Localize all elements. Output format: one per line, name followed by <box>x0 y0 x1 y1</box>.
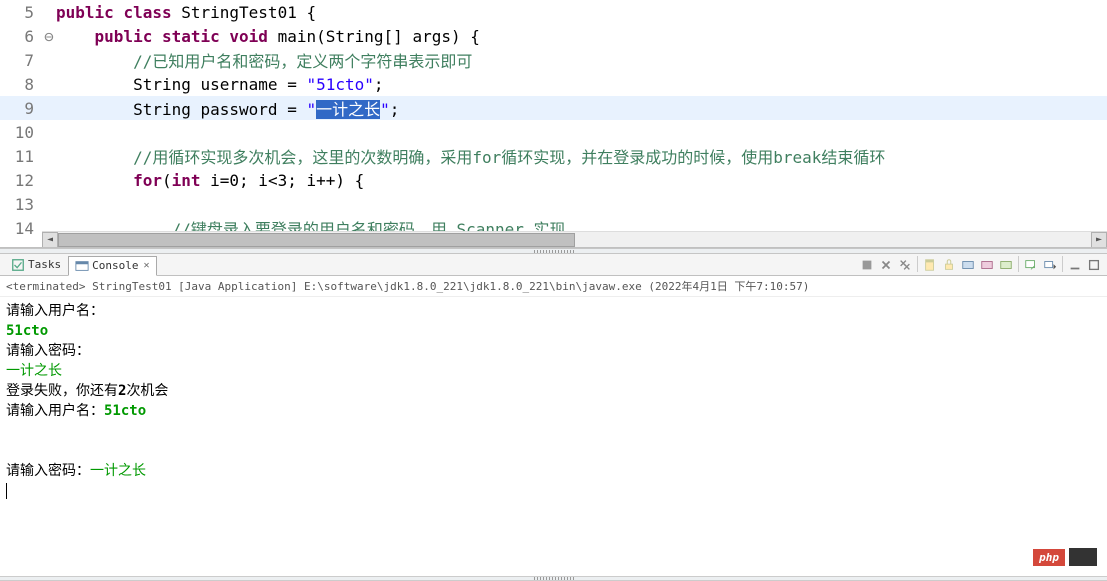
line-number: 6 <box>0 27 42 46</box>
console-output[interactable]: 请输入用户名：51cto请输入密码：一计之长登录失败，你还有2次机会请输入用户名… <box>0 297 1107 576</box>
watermark: php <box>1033 548 1097 566</box>
code-line[interactable]: 13 <box>0 192 1107 216</box>
remove-launch-button[interactable] <box>877 256 895 274</box>
tab-console[interactable]: Console ✕ <box>68 256 156 276</box>
minimize-button[interactable] <box>1066 256 1084 274</box>
watermark-badge: php <box>1033 549 1065 566</box>
console-icon <box>75 259 89 273</box>
tab-tasks-label: Tasks <box>28 258 61 271</box>
code-text[interactable]: for(int i=0; i<3; i++) { <box>56 171 364 190</box>
tasks-icon <box>11 258 25 272</box>
scroll-track[interactable] <box>58 232 1091 248</box>
console-line <box>6 421 1101 441</box>
tab-console-label: Console <box>92 259 138 272</box>
code-line[interactable]: 12 for(int i=0; i<3; i++) { <box>0 168 1107 192</box>
display-selected-button[interactable] <box>1022 256 1040 274</box>
line-number: 5 <box>0 3 42 22</box>
console-status-line: <terminated> StringTest01 [Java Applicat… <box>0 276 1107 297</box>
line-number: 7 <box>0 51 42 70</box>
scroll-thumb[interactable] <box>58 233 575 247</box>
line-number: 8 <box>0 75 42 94</box>
line-number: 11 <box>0 147 42 166</box>
code-text[interactable]: //用循环实现多次机会，这里的次数明确，采用for循环实现，并在登录成功的时候，… <box>56 144 885 168</box>
line-number: 9 <box>0 99 42 118</box>
console-line: 请输入用户名：51cto <box>6 401 1101 421</box>
watermark-dark <box>1069 548 1097 566</box>
terminate-button[interactable] <box>858 256 876 274</box>
console-bottom-sash[interactable] <box>0 576 1107 581</box>
console-line: 51cto <box>6 321 1101 341</box>
open-console-dropdown[interactable] <box>1041 256 1059 274</box>
code-line[interactable]: 6⊖ public static void main(String[] args… <box>0 24 1107 48</box>
clear-console-button[interactable] <box>921 256 939 274</box>
scroll-right-button[interactable]: ► <box>1091 232 1107 248</box>
console-line: 请输入用户名： <box>6 301 1101 321</box>
tab-tasks[interactable]: Tasks <box>4 255 68 275</box>
code-line[interactable]: 9 String password = "一计之长"; <box>0 96 1107 120</box>
code-text[interactable]: String password = "一计之长"; <box>56 96 399 120</box>
line-number: 12 <box>0 171 42 190</box>
pin-console-button[interactable] <box>997 256 1015 274</box>
code-line[interactable]: 8 String username = "51cto"; <box>0 72 1107 96</box>
code-line[interactable]: 7 //已知用户名和密码，定义两个字符串表示即可 <box>0 48 1107 72</box>
code-text[interactable]: //已知用户名和密码，定义两个字符串表示即可 <box>56 48 472 72</box>
tab-row: Tasks Console ✕ <box>0 254 1107 276</box>
code-line[interactable]: 11 //用循环实现多次机会，这里的次数明确，采用for循环实现，并在登录成功的… <box>0 144 1107 168</box>
console-toolbar <box>858 256 1107 274</box>
remove-all-button[interactable] <box>896 256 914 274</box>
console-line: 请输入密码： <box>6 341 1101 361</box>
code-text[interactable]: public class StringTest01 { <box>56 3 316 22</box>
tab-close-icon[interactable]: ✕ <box>143 260 149 271</box>
code-text[interactable]: public static void main(String[] args) { <box>56 27 480 46</box>
console-cursor[interactable] <box>6 481 1101 501</box>
line-number: 10 <box>0 123 42 142</box>
bottom-pane: Tasks Console ✕ <terminat <box>0 254 1107 581</box>
fold-marker[interactable]: ⊖ <box>42 27 56 46</box>
code-line[interactable]: 10 <box>0 120 1107 144</box>
scroll-lock-button[interactable] <box>940 256 958 274</box>
show-console-button[interactable] <box>959 256 977 274</box>
console-line: 一计之长 <box>6 361 1101 381</box>
code-line[interactable]: 5 public class StringTest01 { <box>0 0 1107 24</box>
code-text[interactable]: String username = "51cto"; <box>56 75 384 94</box>
console-line: 请输入密码：一计之长 <box>6 461 1101 481</box>
code-editor-pane: 5 public class StringTest01 { 6⊖ public st… <box>0 0 1107 248</box>
show-stderr-button[interactable] <box>978 256 996 274</box>
horizontal-scrollbar[interactable]: ◄ ► <box>42 231 1107 247</box>
line-number: 14 <box>0 219 42 238</box>
maximize-button[interactable] <box>1085 256 1103 274</box>
scroll-left-button[interactable]: ◄ <box>42 232 58 248</box>
line-number: 13 <box>0 195 42 214</box>
console-line <box>6 441 1101 461</box>
code-area[interactable]: 5 public class StringTest01 { 6⊖ public st… <box>0 0 1107 240</box>
console-line: 登录失败，你还有2次机会 <box>6 381 1101 401</box>
